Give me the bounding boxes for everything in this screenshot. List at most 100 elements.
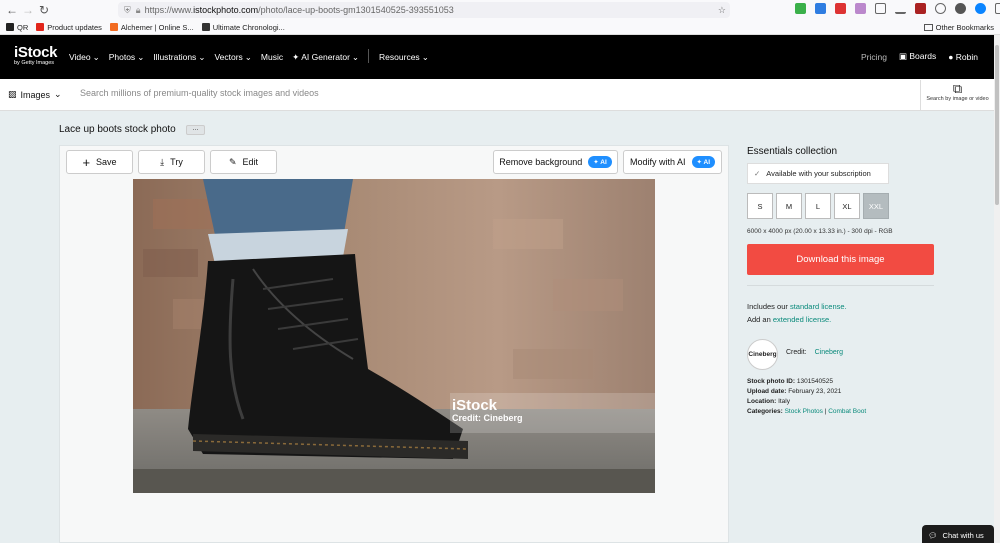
bookmark-ultimate[interactable]: Ultimate Chronologi... — [201, 23, 285, 32]
page-title: Lace up boots stock photo — [59, 124, 176, 135]
url-prefix: https://www. — [144, 5, 194, 15]
extension-icon[interactable] — [955, 3, 966, 14]
extension-icons — [795, 3, 1000, 14]
site-header: iStock by Getty Images Video ⌄ Photos ⌄ Il… — [0, 35, 994, 79]
license-line-1: Includes our standard license. — [747, 302, 847, 311]
menu-resources[interactable]: Resources ⌄ — [379, 51, 429, 63]
nav-right: Pricing ▣ Boards ● Robin — [861, 51, 978, 62]
modify-with-ai-button[interactable]: Modify with AI ✦ AI — [623, 150, 722, 174]
search-by-image-button[interactable]: ⧉ Search by image or video — [920, 80, 994, 110]
size-xl[interactable]: XL — [834, 193, 860, 219]
scrollbar-thumb[interactable] — [995, 45, 999, 205]
category-link[interactable]: Combat Boot — [828, 408, 866, 415]
credit-line: Credit: Cineberg — [786, 349, 844, 356]
image-icon: ▨ — [8, 89, 17, 99]
url-domain: istockphoto.com — [193, 5, 259, 15]
category-link[interactable]: Stock Photos — [785, 408, 823, 415]
menu-music[interactable]: Music — [261, 51, 283, 63]
page-scrollbar[interactable] — [994, 35, 1000, 543]
shield-icon[interactable] — [975, 3, 986, 14]
alchemer-icon — [109, 23, 118, 31]
extension-icon[interactable] — [915, 3, 926, 14]
bookmark-other[interactable]: Other Bookmarks — [923, 23, 994, 32]
chevron-down-icon: ⌄ — [198, 51, 206, 62]
adobe-icon — [36, 23, 45, 31]
size-l[interactable]: L — [805, 193, 831, 219]
chevron-down-icon: ⌄ — [351, 51, 360, 62]
upload-date: Upload date: February 23, 2021 — [747, 388, 842, 395]
reload-icon[interactable]: ↻ — [36, 3, 52, 17]
media-type-select[interactable]: ▨ Images ⌄ — [8, 89, 62, 100]
camera-search-icon: ⧉ — [952, 81, 963, 96]
istock-logo[interactable]: iStock by Getty Images — [14, 44, 58, 66]
extended-license-link[interactable]: extended license. — [773, 315, 831, 324]
size-s[interactable]: S — [747, 193, 773, 219]
image-dimensions: 6000 x 4000 px (20.00 x 13.33 in.) - 300… — [747, 228, 893, 235]
bookmark-alchemer[interactable]: Alchemer | Online S... — [109, 23, 194, 32]
lock-icon: 🔒︎ — [135, 4, 141, 15]
puzzle-icon[interactable] — [995, 3, 1000, 14]
back-icon[interactable]: ← — [4, 3, 20, 17]
folder-icon[interactable] — [875, 3, 886, 14]
try-button[interactable]: ⤓ Try — [138, 150, 205, 174]
menu-vectors[interactable]: Vectors ⌄ — [214, 51, 251, 63]
bookmark-star-icon[interactable]: ☆ — [718, 5, 726, 16]
search-input[interactable] — [80, 88, 900, 98]
url-path: /photo/lace-up-boots-gm1301540525-393551… — [258, 5, 454, 15]
bookmark-product-updates[interactable]: Product updates — [36, 23, 102, 32]
download-icon[interactable] — [895, 3, 906, 14]
stock-id: Stock photo ID: 1301540525 — [747, 378, 833, 385]
boards-icon: ▣ — [898, 51, 907, 61]
sparkle-icon: ✦ — [292, 51, 300, 62]
availability-badge: ✓ Available with your subscription — [747, 163, 889, 184]
categories: Categories: Stock Photos | Combat Boot — [747, 408, 867, 415]
edit-button[interactable]: ✎ Edit — [210, 150, 277, 174]
edit-icon: ✎ — [228, 156, 237, 167]
divider — [747, 285, 934, 286]
chat-button[interactable]: 💬︎ Chat with us — [922, 525, 994, 543]
menu-photos[interactable]: Photos ⌄ — [109, 51, 145, 63]
location: Location: Italy — [747, 398, 790, 405]
credit-link[interactable]: Cineberg — [815, 349, 843, 356]
menu-video[interactable]: Video ⌄ — [69, 51, 100, 63]
extension-icon[interactable] — [815, 3, 826, 14]
download-button[interactable]: Download this image — [747, 244, 934, 275]
save-button[interactable]: + Save — [66, 150, 133, 174]
user-icon: ● — [948, 51, 954, 62]
size-selector: S M L XL XXL — [747, 193, 889, 219]
standard-license-link[interactable]: standard license. — [790, 302, 847, 311]
qr-icon — [6, 23, 14, 31]
contributor-avatar[interactable]: Cineberg — [747, 339, 778, 370]
user-menu[interactable]: ● Robin — [948, 52, 978, 62]
ai-badge: ✦ AI — [691, 156, 716, 168]
shield-icon: ⛨ — [124, 4, 131, 15]
extension-icon[interactable] — [855, 3, 866, 14]
remove-background-button[interactable]: Remove background ✦ AI — [493, 150, 618, 174]
size-xxl[interactable]: XXL — [863, 193, 889, 219]
more-options-button[interactable]: ... — [186, 125, 205, 135]
menu-illustrations[interactable]: Illustrations ⌄ — [153, 51, 205, 63]
extension-icon[interactable] — [835, 3, 846, 14]
boards-link[interactable]: ▣ Boards — [899, 51, 936, 62]
pricing-link[interactable]: Pricing — [861, 52, 887, 62]
bookmark-qr[interactable]: QR — [6, 23, 28, 32]
gear-icon[interactable] — [935, 3, 946, 14]
stock-photo[interactable] — [133, 179, 655, 493]
url-bar[interactable]: ⛨ 🔒︎ https://www. istockphoto.com/photo/l… — [118, 2, 730, 18]
page-icon — [201, 23, 210, 31]
bookmarks-bar: QR Product updates Alchemer | Online S..… — [0, 20, 1000, 35]
photo-illustration — [133, 179, 655, 493]
menu-divider — [368, 49, 370, 63]
plus-icon: + — [82, 154, 91, 170]
chevron-down-icon: ⌄ — [54, 89, 62, 99]
license-line-2: Add an extended license. — [747, 315, 832, 324]
menu-ai-generator[interactable]: ✦ AI Generator ⌄ — [292, 51, 359, 63]
collection-title: Essentials collection — [747, 146, 838, 157]
forward-icon[interactable]: → — [20, 3, 36, 17]
extension-icon[interactable] — [795, 3, 806, 14]
search-bar: ▨ Images ⌄ ⧉ Search by image or video — [0, 79, 994, 111]
ai-badge: ✦ AI — [588, 156, 612, 168]
chevron-down-icon: ⌄ — [421, 51, 429, 62]
chevron-down-icon: ⌄ — [92, 51, 100, 62]
size-m[interactable]: M — [776, 193, 802, 219]
